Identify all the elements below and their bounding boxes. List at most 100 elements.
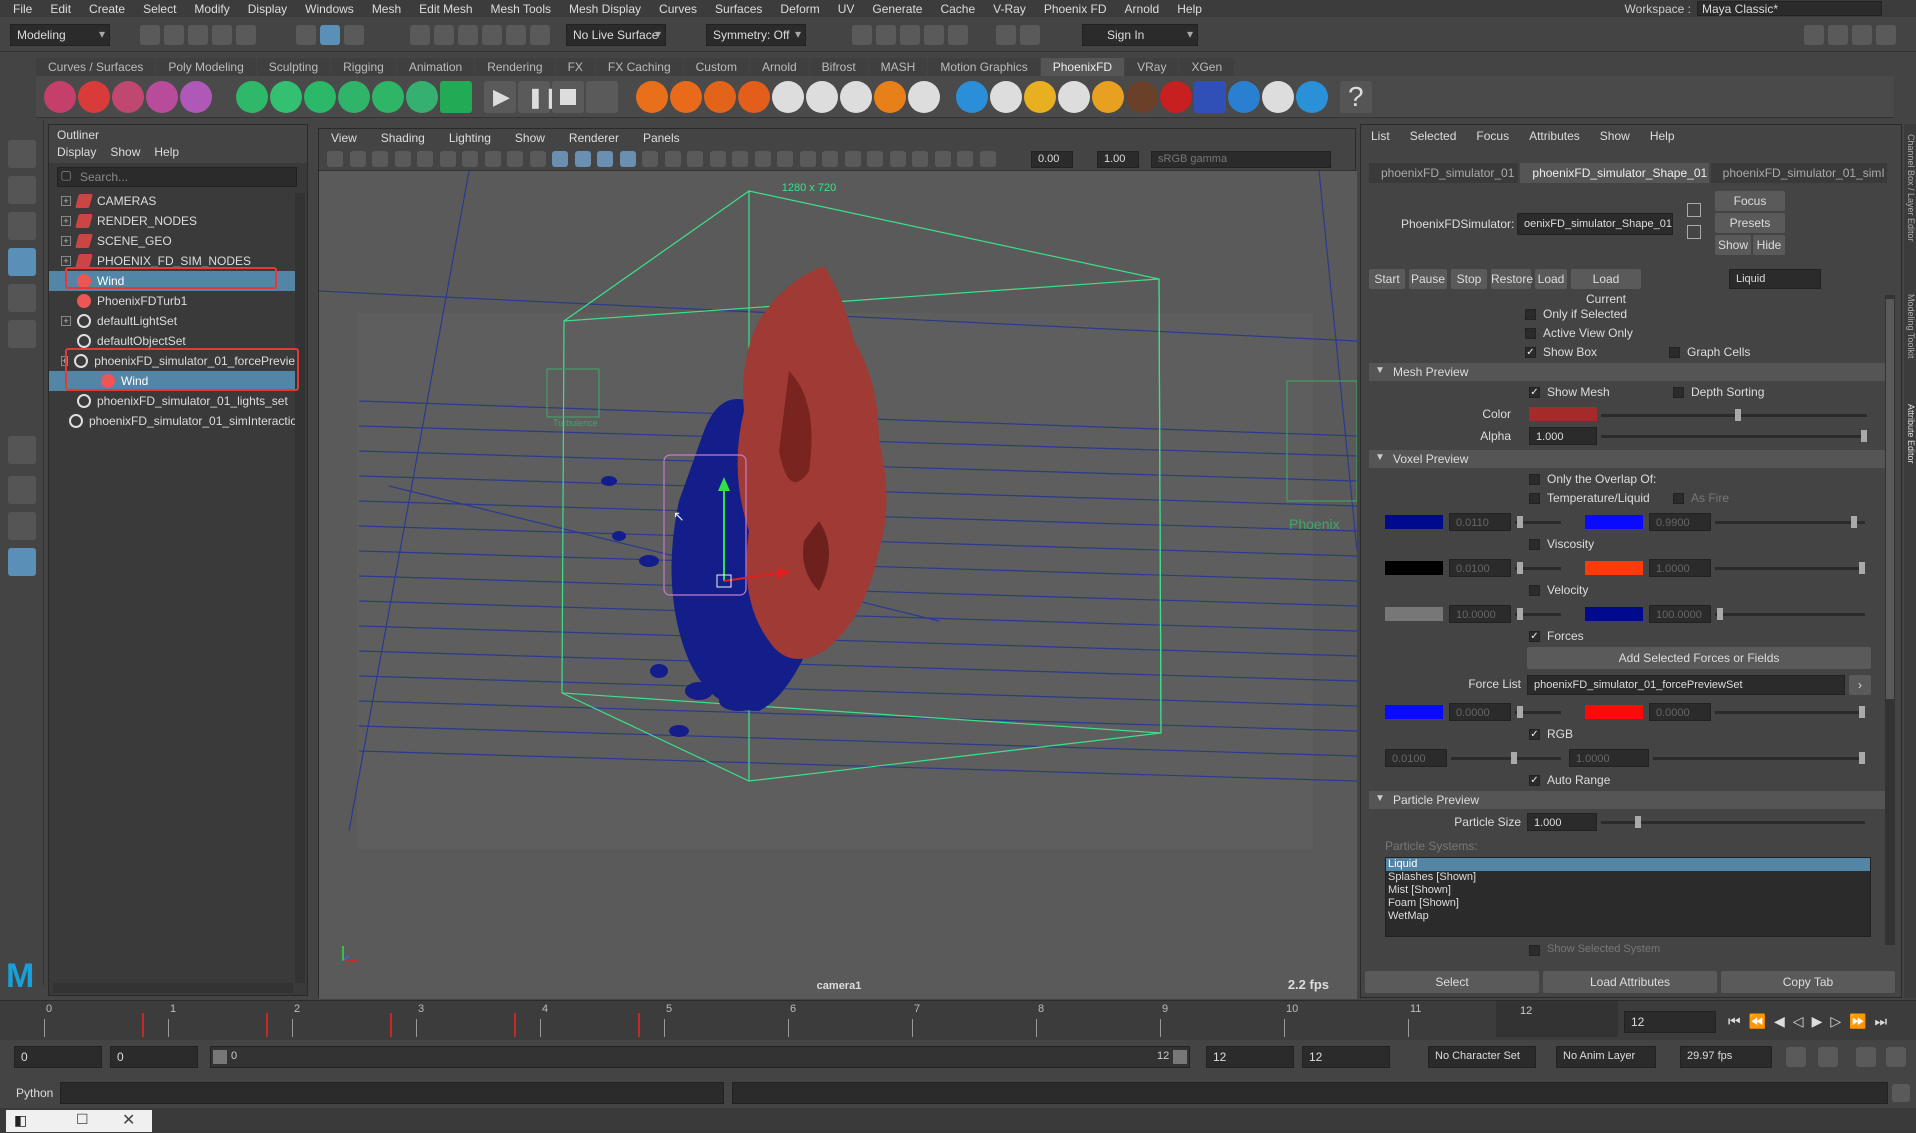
particle-preview-section[interactable]: Particle Preview bbox=[1369, 791, 1889, 809]
visc-high-field[interactable]: 1.0000 bbox=[1649, 559, 1711, 577]
paint-select-icon[interactable] bbox=[8, 212, 36, 240]
steam-preset-icon[interactable] bbox=[840, 81, 872, 113]
expand-toggle-icon[interactable]: + bbox=[61, 256, 71, 266]
turbulence-icon[interactable] bbox=[304, 81, 336, 113]
time-slider[interactable]: 0 1 2 3 4 5 6 7 8 9 10 11 12 12 ⏮⏪◀◁▶▷⏩⏭ bbox=[0, 1000, 1916, 1040]
menu-v-ray[interactable]: V-Ray bbox=[984, 2, 1035, 16]
workspace-dropdown[interactable]: Maya Classic* bbox=[1697, 1, 1882, 16]
viewport-tool-icon[interactable] bbox=[484, 151, 501, 167]
range-slider-start-handle[interactable] bbox=[213, 1050, 227, 1064]
attr-menu-focus[interactable]: Focus bbox=[1476, 129, 1509, 143]
presets-button[interactable]: Presets bbox=[1715, 213, 1785, 233]
viewport-tool-icon[interactable] bbox=[889, 151, 906, 167]
temp-low-field[interactable]: 0.0110 bbox=[1449, 513, 1511, 531]
outliner-menu-show[interactable]: Show bbox=[110, 145, 140, 161]
particle-system-item[interactable]: Liquid bbox=[1386, 858, 1870, 871]
voxel-preview-section[interactable]: Voxel Preview bbox=[1369, 450, 1889, 468]
color-space-dropdown[interactable]: sRGB gamma bbox=[1151, 151, 1331, 168]
forces-checkbox[interactable]: ✓ bbox=[1529, 631, 1540, 642]
mesh-preview-section[interactable]: Mesh Preview bbox=[1369, 363, 1889, 381]
viewport-tool-icon[interactable] bbox=[957, 151, 973, 167]
viewport-tool-icon[interactable] bbox=[664, 151, 681, 167]
viewport-scene[interactable]: Turbulence Phoenix ↖ 1280 x 720 camera1 … bbox=[319, 171, 1357, 999]
scene-start-field[interactable]: 0 bbox=[14, 1046, 102, 1068]
smoke-preset-icon[interactable] bbox=[772, 81, 804, 113]
save-scene-icon[interactable] bbox=[188, 25, 208, 45]
modeling-toolkit-tab[interactable]: Modeling Toolkit bbox=[1904, 294, 1916, 358]
viewport-tool-icon[interactable] bbox=[709, 151, 726, 167]
menu-help[interactable]: Help bbox=[1168, 2, 1211, 16]
shelf-tab-custom[interactable]: Custom bbox=[683, 58, 749, 76]
shelf-tab-bifrost[interactable]: Bifrost bbox=[809, 58, 868, 76]
visc-low-slider[interactable] bbox=[1515, 562, 1561, 574]
mesh-color-swatch[interactable] bbox=[1529, 407, 1597, 421]
shelf-tab-mash[interactable]: MASH bbox=[868, 58, 928, 76]
phoenix-source-icon[interactable] bbox=[180, 81, 212, 113]
anim-end-field[interactable]: 12 bbox=[1206, 1046, 1294, 1068]
visc-low-color[interactable] bbox=[1385, 561, 1443, 575]
close-icon[interactable]: ✕ bbox=[122, 1110, 135, 1130]
viewport-tool-icon[interactable] bbox=[439, 151, 456, 167]
render-frame-icon[interactable] bbox=[852, 25, 872, 45]
viewport-tool-icon[interactable] bbox=[687, 151, 703, 167]
particle-system-item[interactable]: WetMap bbox=[1386, 910, 1870, 923]
anim-start-field[interactable]: 0 bbox=[110, 1046, 198, 1068]
shelf-tab-curves-surfaces[interactable]: Curves / Surfaces bbox=[36, 58, 156, 76]
add-forces-button[interactable]: Add Selected Forces or Fields bbox=[1527, 647, 1871, 669]
force-list-field[interactable]: phoenixFD_simulator_01_forcePreviewSet bbox=[1527, 675, 1845, 695]
body-force-icon[interactable] bbox=[406, 81, 438, 113]
temp-high-slider[interactable] bbox=[1715, 516, 1865, 528]
select-tool-icon[interactable] bbox=[8, 140, 36, 168]
viscosity-checkbox[interactable] bbox=[1529, 539, 1540, 550]
four-pane-icon[interactable] bbox=[8, 476, 36, 504]
gasoline-preset-icon[interactable] bbox=[908, 81, 940, 113]
mesh-alpha-slider[interactable] bbox=[1601, 430, 1867, 442]
only-if-selected-checkbox[interactable] bbox=[1525, 309, 1536, 320]
ipr-render-icon[interactable] bbox=[876, 25, 896, 45]
coffee-preset-icon[interactable] bbox=[1058, 81, 1090, 113]
vel-low-field[interactable]: 10.0000 bbox=[1449, 605, 1511, 623]
container-preset-icon[interactable] bbox=[1194, 81, 1226, 113]
viewport-tool-icon[interactable] bbox=[552, 151, 568, 167]
depth-sorting-checkbox[interactable] bbox=[1673, 387, 1684, 398]
rgb-high-field[interactable]: 1.0000 bbox=[1569, 749, 1649, 767]
open-scene-icon[interactable] bbox=[164, 25, 184, 45]
attr-menu-help[interactable]: Help bbox=[1650, 129, 1675, 143]
pause-icon[interactable] bbox=[1020, 25, 1040, 45]
honey-preset-icon[interactable] bbox=[1092, 81, 1124, 113]
sim-restore-button[interactable]: Restore bbox=[1491, 269, 1533, 289]
menu-surfaces[interactable]: Surfaces bbox=[706, 2, 771, 16]
force-low-slider[interactable] bbox=[1515, 706, 1561, 718]
auto-range-checkbox[interactable]: ✓ bbox=[1529, 775, 1540, 786]
snap-view-icon[interactable] bbox=[482, 25, 502, 45]
force-low-color[interactable] bbox=[1385, 705, 1443, 719]
new-scene-icon[interactable] bbox=[140, 25, 160, 45]
viewport-tool-icon[interactable] bbox=[462, 151, 478, 167]
shelf-tab-phoenixfd[interactable]: PhoenixFD bbox=[1040, 58, 1125, 76]
menu-windows[interactable]: Windows bbox=[296, 2, 363, 16]
waterfall-preset-icon[interactable] bbox=[1228, 81, 1260, 113]
keyframe-marker[interactable] bbox=[390, 1013, 392, 1037]
focus-button[interactable]: Focus bbox=[1715, 191, 1785, 211]
outliner-row[interactable]: + defaultLightSet bbox=[49, 311, 297, 331]
particle-system-item[interactable]: Splashes [Shown] bbox=[1386, 871, 1870, 884]
vel-low-color[interactable] bbox=[1385, 607, 1443, 621]
shelf-tab-sculpting[interactable]: Sculpting bbox=[256, 58, 331, 76]
force-list-expand-button[interactable]: › bbox=[1849, 675, 1871, 695]
shelf-options-icon[interactable] bbox=[6, 60, 30, 110]
node-name-field[interactable]: oenixFD_simulator_Shape_01 bbox=[1517, 213, 1673, 235]
shelf-tab-animation[interactable]: Animation bbox=[396, 58, 475, 76]
particle-size-slider[interactable] bbox=[1601, 816, 1865, 828]
hypershade-icon[interactable] bbox=[924, 25, 944, 45]
attr-tab[interactable]: phoenixFD_simulator_01 bbox=[1369, 163, 1519, 183]
live-surface-field[interactable]: No Live Surface bbox=[566, 24, 666, 46]
as-fire-checkbox[interactable] bbox=[1673, 493, 1684, 504]
outliner-v-scrollbar[interactable] bbox=[295, 193, 305, 983]
select-component-icon[interactable] bbox=[344, 25, 364, 45]
menu-deform[interactable]: Deform bbox=[771, 2, 828, 16]
shelf-tab-poly-modeling[interactable]: Poly Modeling bbox=[156, 58, 256, 76]
attr-menu-list[interactable]: List bbox=[1371, 129, 1390, 143]
rgb-low-field[interactable]: 0.0100 bbox=[1385, 749, 1447, 767]
loop-icon[interactable] bbox=[1786, 1047, 1806, 1067]
vel-high-field[interactable]: 100.0000 bbox=[1649, 605, 1711, 623]
